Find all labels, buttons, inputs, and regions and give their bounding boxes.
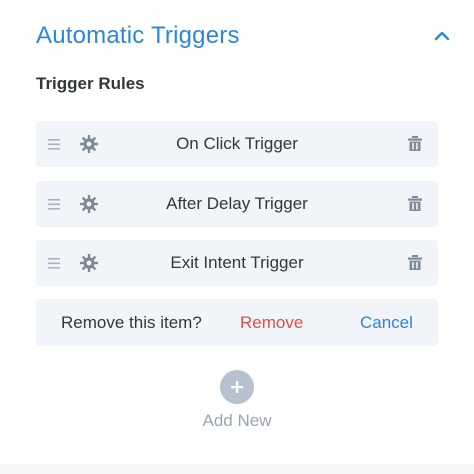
panel-bottom-edge — [0, 464, 474, 474]
drag-handle-icon[interactable] — [46, 135, 62, 153]
remove-button[interactable]: Remove — [240, 299, 303, 346]
gear-icon[interactable] — [78, 252, 100, 274]
plus-icon[interactable] — [220, 370, 254, 404]
trigger-rules-heading: Trigger Rules — [36, 74, 145, 93]
trigger-rule-row[interactable]: After Delay Trigger — [36, 181, 438, 227]
trigger-rule-row[interactable]: On Click Trigger — [36, 121, 438, 167]
drag-handle-icon[interactable] — [46, 195, 62, 213]
add-new-label: Add New — [202, 411, 272, 430]
trigger-rule-row[interactable]: Exit Intent Trigger — [36, 240, 438, 286]
trash-icon[interactable] — [404, 193, 426, 215]
gear-icon[interactable] — [78, 133, 100, 155]
section-header[interactable]: Automatic Triggers — [36, 14, 456, 58]
remove-confirmation: Remove this item? Remove Cancel — [36, 299, 438, 346]
cancel-button[interactable]: Cancel — [360, 299, 413, 346]
rule-label: After Delay Trigger — [166, 194, 308, 213]
drag-handle-icon[interactable] — [46, 254, 62, 272]
trash-icon[interactable] — [404, 133, 426, 155]
triggers-panel: Automatic Triggers Trigger Rules On Clic… — [0, 0, 474, 474]
rule-label: On Click Trigger — [176, 134, 298, 153]
remove-prompt: Remove this item? — [61, 313, 202, 332]
trash-icon[interactable] — [404, 252, 426, 274]
rule-label: Exit Intent Trigger — [170, 253, 304, 272]
chevron-up-icon[interactable] — [428, 22, 456, 50]
add-new-button[interactable]: Add New — [187, 370, 287, 431]
gear-icon[interactable] — [78, 193, 100, 215]
section-title: Automatic Triggers — [36, 22, 240, 49]
